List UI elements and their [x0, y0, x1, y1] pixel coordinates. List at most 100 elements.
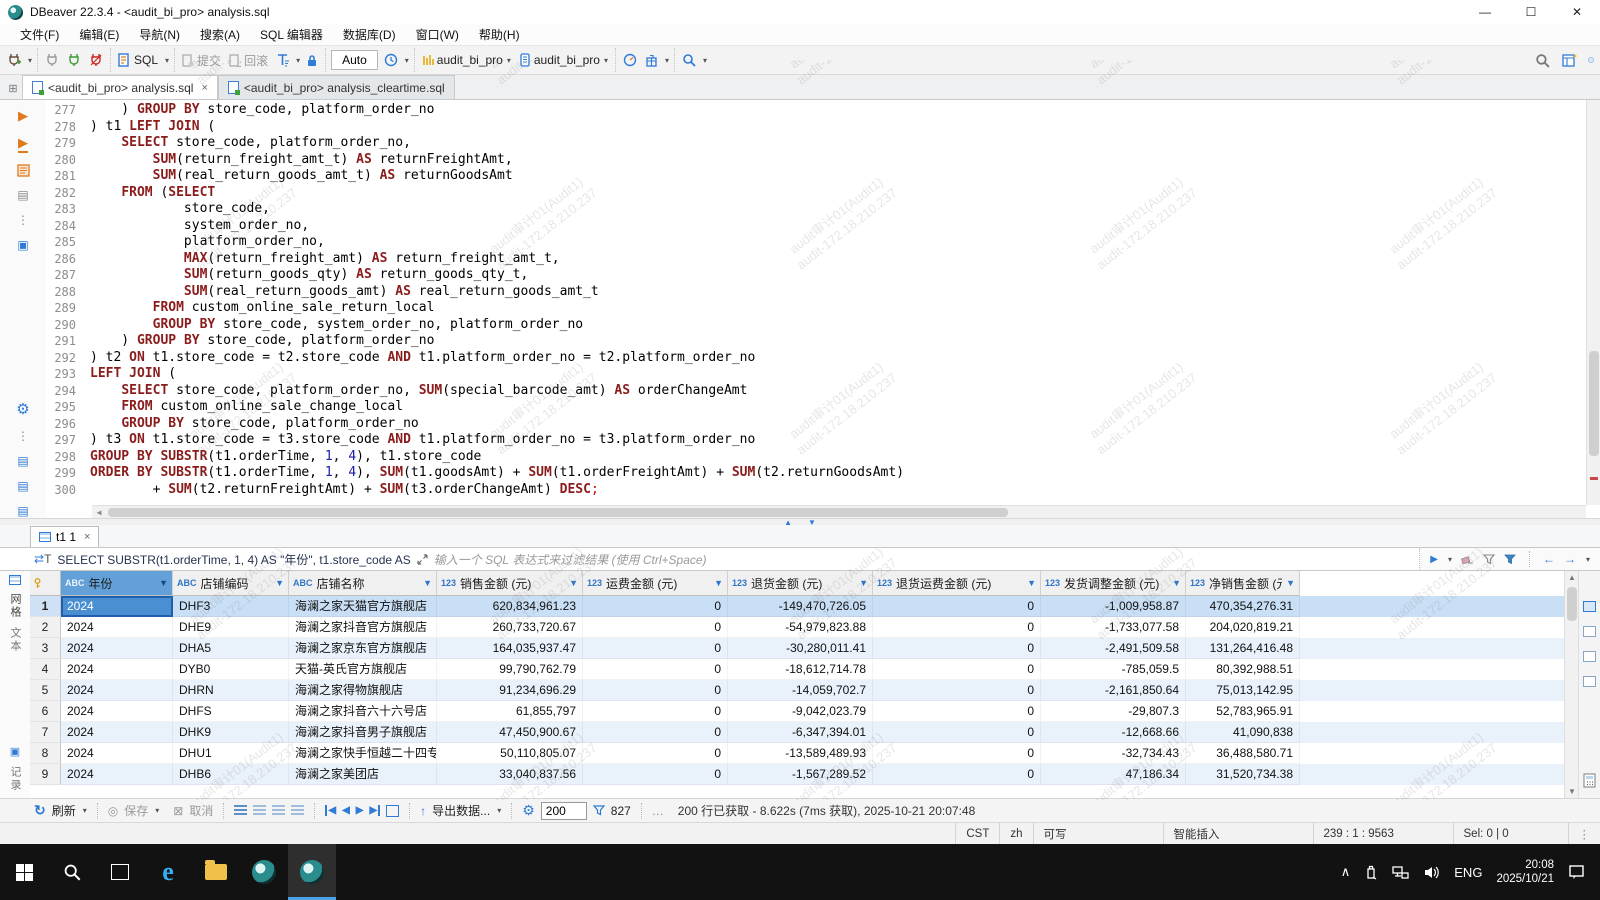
filter-query-text[interactable]: SELECT SUBSTR(t1.orderTime, 1, 4) AS "年份… [57, 551, 410, 568]
commit-button[interactable]: 提交 [180, 51, 223, 70]
code-line[interactable]: 299ORDER BY SUBSTR(t1.orderTime, 1, 4), … [46, 465, 1600, 482]
code-line[interactable]: 287 SUM(return_goods_qty) AS return_good… [46, 267, 1600, 284]
grid-cell[interactable]: 0 [583, 701, 728, 722]
row-number-header[interactable] [30, 571, 61, 596]
grid-cell[interactable]: -14,059,702.7 [728, 680, 873, 701]
scrollbar-thumb[interactable] [108, 508, 1008, 517]
result-tab-t1[interactable]: t1 1 × [30, 526, 99, 547]
edit-row-icon[interactable] [291, 805, 304, 816]
next-row-icon[interactable]: ▶ [356, 805, 364, 816]
table-row[interactable]: 22024DHE9海澜之家抖音官方旗舰店260,733,720.670-54,9… [30, 617, 1564, 638]
column-header[interactable]: 123销售金额 (元)▼ [437, 571, 583, 596]
statusbar-dots-icon[interactable]: ⋮ [1568, 823, 1600, 844]
caret-position-indicator[interactable]: 239 : 1 : 9563 [1313, 823, 1453, 844]
grid-cell[interactable]: 0 [583, 764, 728, 785]
line-number[interactable]: 292 [46, 350, 90, 367]
row-number[interactable]: 2 [30, 617, 61, 638]
explain-plan-icon[interactable]: ▤ [17, 188, 28, 202]
lock-icon[interactable] [304, 53, 320, 68]
line-number[interactable]: 297 [46, 432, 90, 449]
grid-cell[interactable]: DHF3 [173, 596, 289, 617]
column-header[interactable]: ABC年份▼ [61, 571, 173, 596]
code-line[interactable]: 298GROUP BY SUBSTR(t1.orderTime, 1, 4), … [46, 449, 1600, 466]
row-number[interactable]: 8 [30, 743, 61, 764]
line-number[interactable]: 298 [46, 449, 90, 466]
column-header[interactable]: 123退货运费金额 (元)▼ [873, 571, 1041, 596]
open-perspective-icon[interactable] [1560, 52, 1580, 69]
code-line[interactable]: 282 FROM (SELECT [46, 185, 1600, 202]
dashboard-button[interactable] [621, 52, 639, 68]
grid-cell[interactable]: -1,009,958.87 [1041, 596, 1186, 617]
grid-cell[interactable]: 海澜之家抖音官方旗舰店 [289, 617, 437, 638]
save-report-icon[interactable]: ▤ [17, 479, 28, 493]
metadata-panel-icon[interactable] [1583, 626, 1596, 637]
duplicate-row-icon[interactable] [253, 805, 266, 816]
grid-cell[interactable]: 47,186.34 [1041, 764, 1186, 785]
line-number[interactable]: 291 [46, 333, 90, 350]
grid-cell[interactable]: 52,783,965.91 [1186, 701, 1300, 722]
grid-cell[interactable]: DHU1 [173, 743, 289, 764]
code-line[interactable]: 288 SUM(real_return_goods_amt) AS real_r… [46, 284, 1600, 301]
record-mode-icon[interactable]: ▣ [10, 745, 20, 758]
grid-cell[interactable]: 0 [583, 638, 728, 659]
editor-results-splitter[interactable]: ▲ ▼ [0, 518, 1600, 525]
save-dropdown-icon[interactable]: ▾ [155, 806, 159, 815]
code-line[interactable]: 296 GROUP BY store_code, platform_order_… [46, 416, 1600, 433]
grid-cell[interactable]: 204,020,819.21 [1186, 617, 1300, 638]
filter-order-icon[interactable]: ⇄T [34, 552, 51, 566]
line-number[interactable]: 286 [46, 251, 90, 268]
column-filter-icon[interactable]: ▼ [714, 578, 723, 588]
grid-presentation-icon[interactable] [9, 575, 21, 585]
row-number[interactable]: 9 [30, 764, 61, 785]
scrollbar-thumb[interactable] [1567, 587, 1577, 621]
line-number[interactable]: 283 [46, 201, 90, 218]
line-number[interactable]: 296 [46, 416, 90, 433]
grid-cell[interactable]: DHE9 [173, 617, 289, 638]
table-row[interactable]: 12024DHF3海澜之家天猫官方旗舰店620,834,961.230-149,… [30, 596, 1564, 617]
output-panel-icon[interactable]: ▣ [17, 238, 28, 252]
scroll-down-icon[interactable]: ▼ [1565, 787, 1579, 796]
column-header[interactable]: 123净销售金额 (元)▼ [1186, 571, 1300, 596]
grid-cell[interactable]: 海澜之家抖音男子旗舰店 [289, 722, 437, 743]
line-number[interactable]: 289 [46, 300, 90, 317]
grid-cell[interactable]: DHFS [173, 701, 289, 722]
input-language-indicator[interactable]: ENG [1454, 865, 1482, 880]
connection-combo[interactable]: audit_bi_pro ▾ [420, 52, 513, 68]
line-number[interactable]: 288 [46, 284, 90, 301]
code-line[interactable]: 278) t1 LEFT JOIN ( [46, 119, 1600, 136]
grid-cell[interactable]: 2024 [61, 743, 173, 764]
grid-cell[interactable]: DYB0 [173, 659, 289, 680]
grid-cell[interactable]: 2024 [61, 722, 173, 743]
grid-cell[interactable]: 2024 [61, 680, 173, 701]
grid-cell[interactable]: DHA5 [173, 638, 289, 659]
new-connection-dropdown-icon[interactable]: ▾ [28, 56, 32, 65]
autocommit-combo[interactable]: Auto [331, 50, 378, 70]
code-line[interactable]: 291 ) GROUP BY store_code, platform_orde… [46, 333, 1600, 350]
grid-cell[interactable]: 海澜之家快手恒越二十四专卖店 [289, 743, 437, 764]
volume-icon[interactable] [1423, 865, 1440, 880]
code-line[interactable]: 292) t2 ON t1.store_code = t2.store_code… [46, 350, 1600, 367]
add-row-icon[interactable] [234, 805, 247, 816]
dbeaver-taskbar-icon[interactable] [240, 844, 288, 900]
editor-horizontal-scrollbar[interactable]: ◀ [92, 505, 1586, 518]
column-header[interactable]: ABC店铺名称▼ [289, 571, 437, 596]
line-number[interactable]: 287 [46, 267, 90, 284]
grid-cell[interactable]: DHRN [173, 680, 289, 701]
grid-cell[interactable]: 36,488,580.71 [1186, 743, 1300, 764]
grid-cell[interactable]: DHB6 [173, 764, 289, 785]
overflow-dots-icon[interactable]: … [652, 804, 664, 818]
grid-cell[interactable]: 2024 [61, 638, 173, 659]
grid-cell[interactable]: 0 [873, 701, 1041, 722]
grid-cell[interactable]: 61,855,797 [437, 701, 583, 722]
column-header[interactable]: 123发货调整金额 (元)▼ [1041, 571, 1186, 596]
grid-cell[interactable]: 470,354,276.31 [1186, 596, 1300, 617]
cancel-button[interactable]: 取消 [189, 802, 213, 819]
table-row[interactable]: 32024DHA5海澜之家京东官方旗舰店164,035,937.470-30,2… [30, 638, 1564, 659]
search-icon[interactable] [1533, 52, 1552, 69]
search-dropdown-icon[interactable]: ▾ [703, 56, 707, 65]
refresh-dropdown-icon[interactable]: ▾ [83, 806, 87, 815]
grid-cell[interactable]: 0 [583, 680, 728, 701]
usb-icon[interactable] [1364, 864, 1378, 880]
tab-analysis-sql[interactable]: <audit_bi_pro> analysis.sql × [22, 75, 218, 99]
grid-cell[interactable]: 33,040,837.56 [437, 764, 583, 785]
